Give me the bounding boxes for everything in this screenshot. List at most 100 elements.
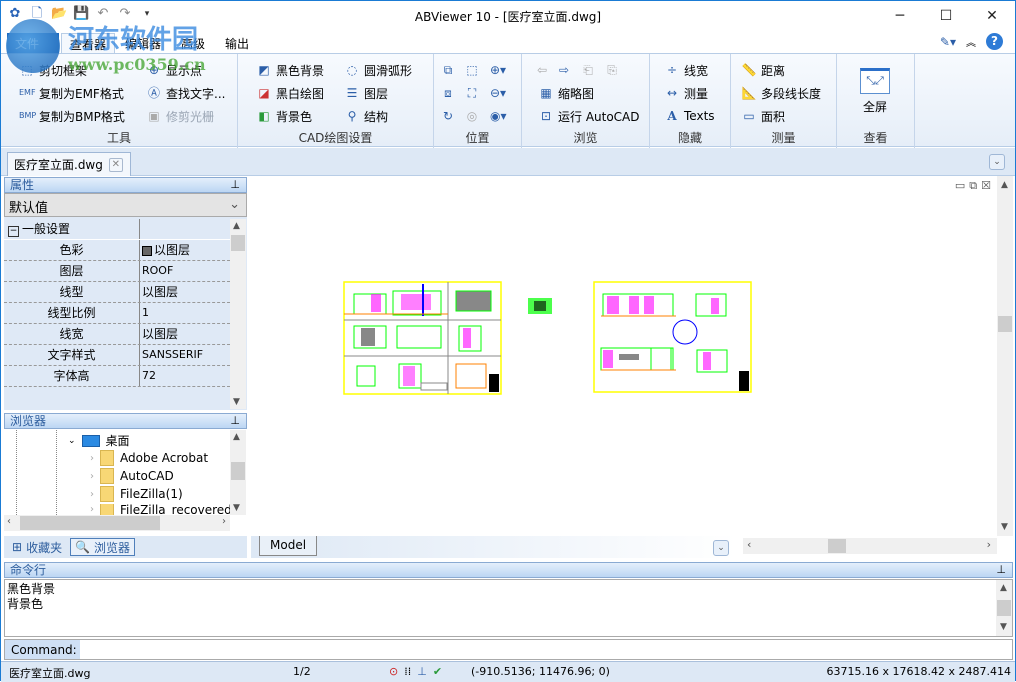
pin-icon[interactable]: ⊥ [996, 563, 1006, 577]
tree-item[interactable]: › Adobe Acrobat [90, 450, 208, 466]
tree-item[interactable]: › FileZilla_recovered [90, 504, 232, 515]
close-button[interactable]: ✕ [969, 1, 1015, 31]
texts-button[interactable]: A Texts [664, 106, 714, 126]
check-icon[interactable]: ✔ [433, 665, 442, 678]
scroll-up-icon[interactable]: ▲ [233, 221, 240, 231]
scroll-up-icon[interactable]: ▲ [233, 432, 240, 442]
next-page-button[interactable]: ⎘ [604, 60, 620, 80]
find-text-button[interactable]: Ⓐ 查找文字... [146, 83, 225, 103]
edit-document-icon[interactable]: ✎▾ [940, 35, 956, 49]
drawing-canvas[interactable]: ▲ ▼ [251, 176, 1013, 536]
scroll-right-icon[interactable]: › [222, 516, 226, 527]
close-doc-icon[interactable]: ☒ [981, 179, 991, 193]
smooth-arc-button[interactable]: ◌ 圆滑弧形 [344, 60, 412, 80]
command-input[interactable] [80, 640, 1012, 659]
scroll-down-icon[interactable]: ▼ [233, 397, 240, 407]
tree-item-desktop[interactable]: ⌄ 桌面 [68, 432, 130, 449]
document-tab[interactable]: 医疗室立面.dwg ✕ [7, 152, 131, 176]
fit-button[interactable]: ⧈ [440, 83, 456, 103]
property-row[interactable]: 字体高 72 [4, 366, 230, 387]
area-button[interactable]: ▭ 面积 [741, 106, 785, 126]
property-row[interactable]: 线型 以图层 [4, 282, 230, 303]
background-color-button[interactable]: ◧ 背景色 [256, 106, 312, 126]
scroll-down-icon[interactable]: ▼ [233, 503, 240, 513]
category-row[interactable]: − 一般设置 [4, 219, 230, 240]
structure-button[interactable]: ⚲ 结构 [344, 106, 388, 126]
hide-measure-button[interactable]: ↔ 测量 [664, 83, 708, 103]
zoom-in-button[interactable]: ⊕▾ [490, 60, 506, 80]
expand-icon[interactable]: › [90, 471, 94, 482]
property-row[interactable]: 线宽 以图层 [4, 324, 230, 345]
maximize-button[interactable]: ☐ [923, 1, 969, 31]
tab-favorites[interactable]: ⊞ 收藏夹 [8, 538, 66, 556]
tab-browser[interactable]: 🔍 浏览器 [70, 538, 136, 556]
thumbnail-button[interactable]: ▦ 缩略图 [538, 83, 594, 103]
run-autocad-button[interactable]: ⊡ 运行 AutoCAD [538, 106, 640, 126]
help-icon[interactable]: ? [986, 33, 1003, 50]
scroll-down-icon[interactable]: ▼ [1000, 620, 1007, 635]
fit-to-window-button[interactable]: ⛶ [464, 83, 480, 103]
tab-file[interactable]: 文件 [7, 33, 59, 53]
tab-model[interactable]: Model [259, 536, 318, 556]
collapse-icon[interactable]: − [8, 226, 19, 237]
scroll-thumb[interactable] [20, 516, 160, 530]
property-row[interactable]: 文字样式 SANSSERIF [4, 345, 230, 366]
pin-icon[interactable]: ⊥ [230, 414, 240, 428]
rotate-button[interactable]: ↻ [440, 106, 456, 126]
layers-button[interactable]: ☰ 图层 [344, 83, 388, 103]
snap-icon[interactable]: ⊙ [389, 665, 398, 678]
pin-icon[interactable]: ⊥ [230, 178, 240, 192]
canvas-vscrollbar[interactable]: ▲ ▼ [997, 176, 1013, 536]
zoom-window-button[interactable]: ⬚ [464, 60, 480, 80]
tab-viewer[interactable]: 查看器 [61, 33, 116, 53]
prev-page-button[interactable]: ⎗ [580, 60, 596, 80]
properties-scrollbar[interactable]: ▲ ▼ [230, 219, 246, 409]
lineweight-button[interactable]: ÷ 线宽 [664, 60, 708, 80]
scroll-thumb[interactable] [231, 462, 245, 480]
layout-dropdown-icon[interactable]: ⌄ [713, 540, 729, 556]
expand-icon[interactable]: › [90, 489, 94, 500]
canvas-hscrollbar[interactable]: ‹ › [743, 538, 997, 554]
property-row[interactable]: 图层 ROOF [4, 261, 230, 282]
view-3d-button[interactable]: ◉▾ [490, 106, 507, 126]
tree-item[interactable]: › AutoCAD [90, 468, 174, 484]
close-tab-icon[interactable]: ✕ [108, 157, 123, 172]
tab-output[interactable]: 输出 [217, 33, 257, 53]
cut-frame-button[interactable]: ⬚ 剪切框架 [19, 60, 87, 80]
properties-preset-dropdown[interactable]: 默认值 ⌄ [4, 193, 247, 217]
copy-emf-button[interactable]: EMF 复制为EMF格式 [19, 83, 124, 103]
bw-drawing-button[interactable]: ◪ 黑白绘图 [256, 83, 324, 103]
forward-button[interactable]: ⇨ [556, 60, 572, 80]
scroll-left-icon[interactable]: ‹ [7, 516, 11, 527]
expand-icon[interactable]: › [90, 504, 94, 515]
tree-item[interactable]: › FileZilla(1) [90, 486, 183, 502]
scroll-up-icon[interactable]: ▲ [1000, 581, 1007, 596]
polyline-length-button[interactable]: 📐 多段线长度 [741, 83, 822, 103]
grid-icon[interactable]: ⁞⁞ [404, 665, 411, 678]
tab-advanced[interactable]: 高级 [173, 33, 213, 53]
copy-bmp-button[interactable]: BMP 复制为BMP格式 [19, 106, 125, 126]
collapse-ribbon-icon[interactable]: ︽ [966, 34, 976, 49]
back-button[interactable]: ⇦ [534, 60, 550, 80]
scroll-left-icon[interactable]: ‹ [747, 538, 751, 551]
minimize-doc-icon[interactable]: ▭ [955, 179, 965, 193]
tab-list-dropdown-icon[interactable]: ⌄ [989, 154, 1005, 170]
scroll-thumb[interactable] [998, 316, 1012, 332]
tab-editor[interactable]: 编辑器 [117, 33, 169, 53]
ortho-icon[interactable]: ⊥ [417, 665, 427, 678]
zoom-out-button[interactable]: ⊖▾ [490, 83, 506, 103]
expand-icon[interactable]: › [90, 453, 94, 464]
minimize-button[interactable]: ─ [877, 1, 923, 31]
fullscreen-button[interactable]: ⤡⤢ 全屏 [853, 68, 897, 115]
scroll-thumb[interactable] [231, 235, 245, 251]
scroll-thumb[interactable] [828, 539, 846, 553]
extents-button[interactable]: ⧉ [440, 60, 456, 80]
browser-vscrollbar[interactable]: ▲ ▼ [230, 430, 246, 515]
show-points-button[interactable]: ⊕ 显示点 [146, 60, 202, 80]
scroll-right-icon[interactable]: › [987, 538, 991, 551]
restore-doc-icon[interactable]: ⧉ [969, 179, 977, 193]
scroll-up-icon[interactable]: ▲ [1001, 180, 1008, 190]
trim-raster-button[interactable]: ▣ 修剪光栅 [146, 106, 214, 126]
scroll-down-icon[interactable]: ▼ [1001, 522, 1008, 532]
scroll-thumb[interactable] [997, 600, 1011, 616]
